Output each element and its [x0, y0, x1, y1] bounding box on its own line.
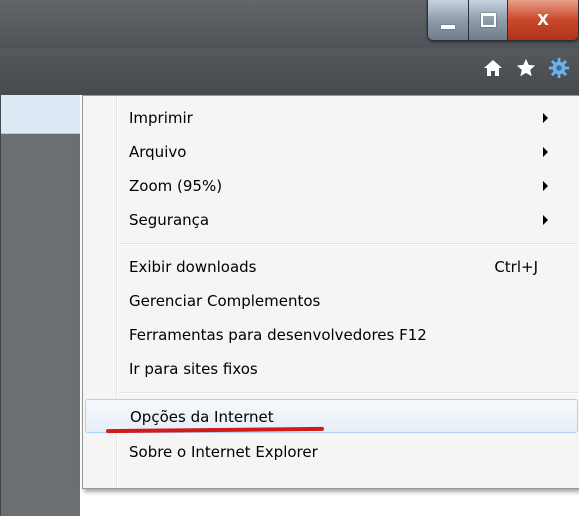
menu-item-seguranca[interactable]: Segurança: [85, 203, 578, 237]
menu-item-exibir-downloads[interactable]: Exibir downloads Ctrl+J: [85, 250, 578, 284]
toolbar-icons: [481, 56, 571, 80]
menu-item-label: Segurança: [129, 211, 210, 229]
menu-item-shortcut: Ctrl+J: [494, 258, 538, 276]
menu-item-label: Ir para sites fixos: [129, 360, 258, 378]
submenu-arrow-icon: [543, 215, 548, 225]
star-icon[interactable]: [514, 56, 538, 80]
menu-item-gerenciar-complementos[interactable]: Gerenciar Complementos: [85, 284, 578, 318]
page-content-area: [0, 134, 80, 516]
menu-item-label: Opções da Internet: [130, 408, 274, 426]
tab-strip[interactable]: [0, 95, 80, 134]
menu-item-sobre-ie[interactable]: Sobre o Internet Explorer: [85, 435, 578, 469]
window-edge: [0, 95, 1, 516]
menu-separator: [119, 243, 578, 245]
submenu-arrow-icon: [543, 147, 548, 157]
menu-item-label: Ferramentas para desenvolvedores F12: [129, 326, 427, 344]
menu-item-imprimir[interactable]: Imprimir: [85, 101, 578, 135]
gear-icon[interactable]: [547, 56, 571, 80]
menu-item-label: Imprimir: [129, 109, 193, 127]
window-titlebar: X: [0, 0, 579, 48]
menu-separator: [119, 392, 578, 394]
maximize-button[interactable]: [468, 0, 507, 40]
minimize-button[interactable]: [428, 0, 468, 40]
home-icon[interactable]: [481, 56, 505, 80]
menu-item-zoom[interactable]: Zoom (95%): [85, 169, 578, 203]
minimize-icon: [441, 25, 455, 29]
close-icon: X: [537, 11, 549, 29]
menu-item-arquivo[interactable]: Arquivo: [85, 135, 578, 169]
caption-buttons: X: [427, 0, 579, 41]
close-button[interactable]: X: [507, 0, 578, 40]
menu-item-sites-fixos[interactable]: Ir para sites fixos: [85, 352, 578, 386]
menu-item-label: Zoom (95%): [129, 177, 223, 195]
submenu-arrow-icon: [543, 181, 548, 191]
menu-item-label: Sobre o Internet Explorer: [129, 443, 318, 461]
maximize-icon: [480, 13, 496, 27]
menu-item-label: Arquivo: [129, 143, 187, 161]
menu-item-label: Exibir downloads: [129, 258, 257, 276]
submenu-arrow-icon: [543, 113, 548, 123]
menu-item-ferramentas-desenvolvedores[interactable]: Ferramentas para desenvolvedores F12: [85, 318, 578, 352]
menu-item-label: Gerenciar Complementos: [129, 292, 321, 310]
